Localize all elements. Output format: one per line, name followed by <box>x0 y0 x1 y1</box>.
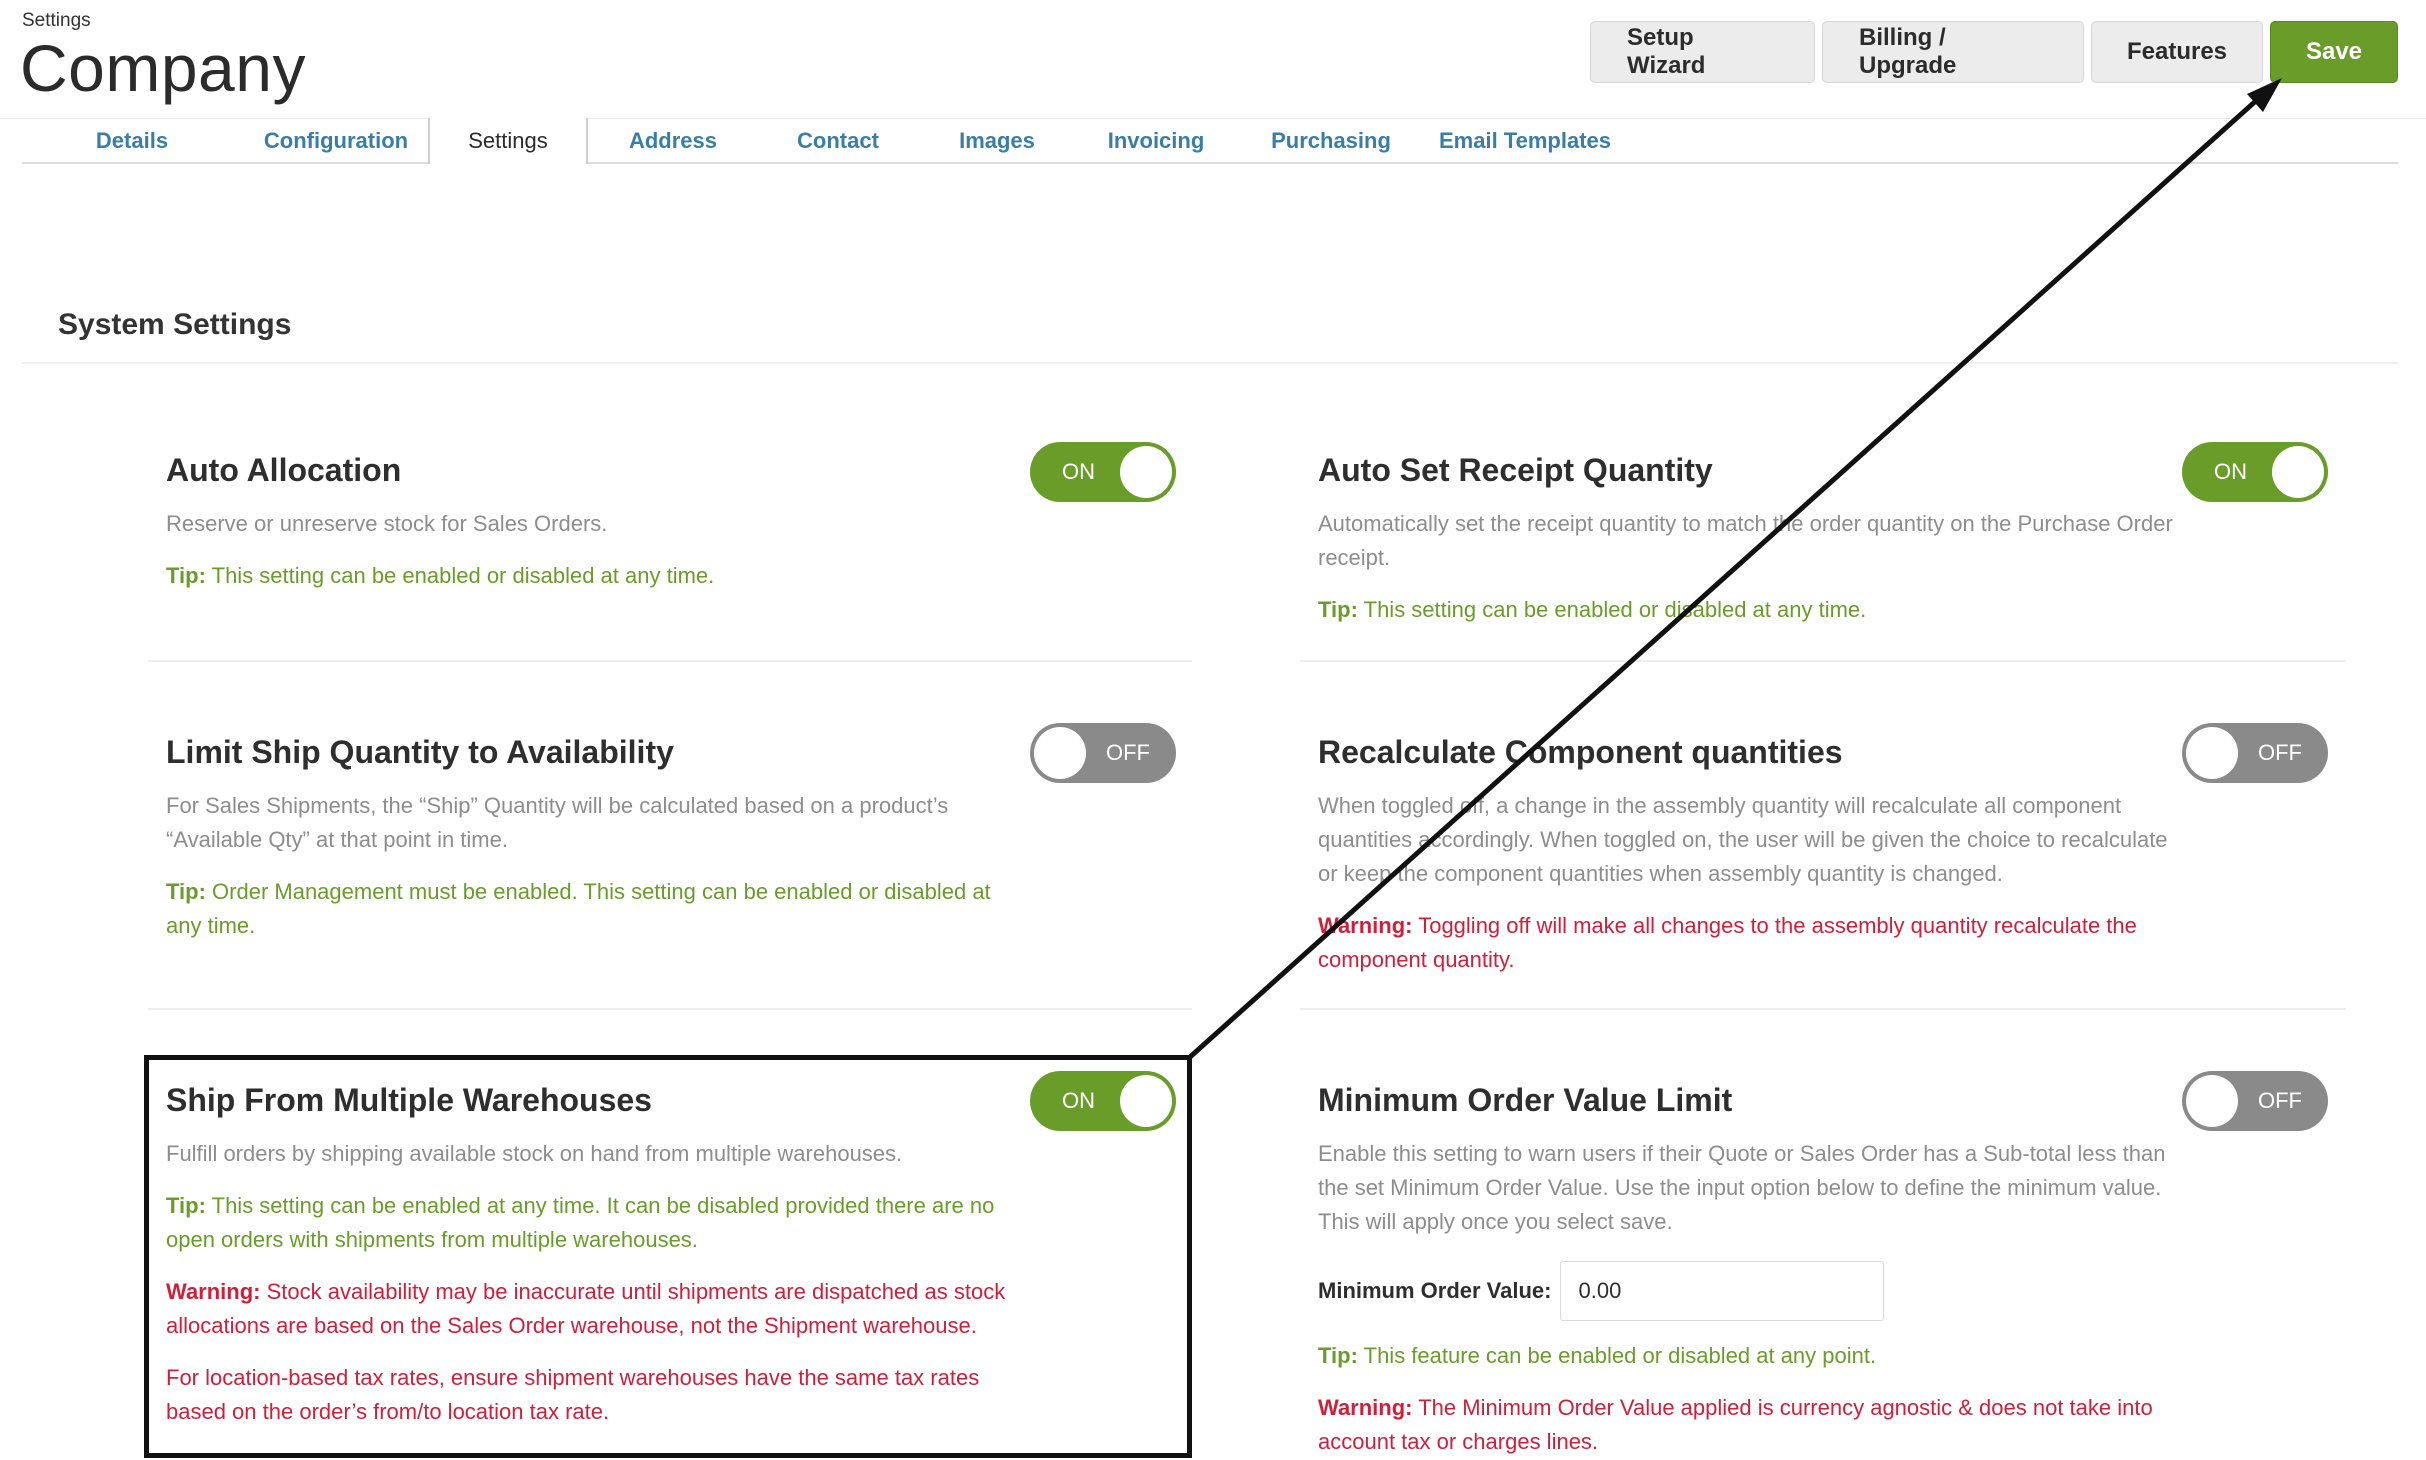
tip-label: Tip: <box>166 879 206 904</box>
section-divider <box>22 362 2398 364</box>
minimum-order-value-input[interactable] <box>1559 1261 1884 1321</box>
tip-text: Order Management must be enabled. This s… <box>166 879 991 938</box>
limit-ship-quantity-toggle[interactable]: OFF <box>1030 723 1176 783</box>
minimum-order-value-row: Minimum Order Value: <box>1318 1261 2180 1321</box>
toggle-knob <box>1120 1075 1172 1127</box>
setting-auto-allocation: Auto Allocation Reserve or unreserve sto… <box>166 452 1016 593</box>
section-title: System Settings <box>58 308 292 341</box>
setting-recalculate-component: Recalculate Component quantities When to… <box>1318 734 2180 977</box>
setting-tip: Tip: This setting can be enabled or disa… <box>166 559 1016 593</box>
tip-label: Tip: <box>166 1193 206 1218</box>
toggle-state-label: OFF <box>1106 740 1150 765</box>
setting-warning-tax: For location-based tax rates, ensure shi… <box>166 1365 980 1424</box>
row-divider <box>148 660 1192 662</box>
breadcrumb: Settings <box>22 10 91 31</box>
warning-label: Warning: <box>1318 913 1413 938</box>
tab-configuration[interactable]: Configuration <box>242 118 430 164</box>
minimum-order-value-toggle[interactable]: OFF <box>2182 1071 2328 1131</box>
toggle-state-label: ON <box>1062 459 1095 484</box>
toggle-knob <box>2272 446 2324 498</box>
setting-description: Reserve or unreserve stock for Sales Ord… <box>166 511 608 536</box>
toggle-state-label: OFF <box>2258 1088 2302 1113</box>
setting-warning: Warning: The Minimum Order Value applied… <box>1318 1391 2180 1459</box>
toggle-knob <box>1120 446 1172 498</box>
save-button[interactable]: Save <box>2270 21 2398 83</box>
tip-text: This setting can be enabled or disabled … <box>205 563 715 588</box>
tab-invoicing[interactable]: Invoicing <box>1076 118 1236 164</box>
setting-description: Fulfill orders by shipping available sto… <box>166 1141 903 1166</box>
setup-wizard-button[interactable]: Setup Wizard <box>1590 21 1815 83</box>
header-actions: Setup Wizard Billing / Upgrade Features … <box>1590 21 2398 83</box>
setting-description: For Sales Shipments, the “Ship” Quantity… <box>166 793 949 852</box>
setting-title: Limit Ship Quantity to Availability <box>166 734 674 770</box>
billing-upgrade-button[interactable]: Billing / Upgrade <box>1822 21 2084 83</box>
setting-tip: Tip: This setting can be enabled at any … <box>166 1189 1016 1257</box>
setting-title: Auto Set Receipt Quantity <box>1318 452 1713 488</box>
setting-warning: Warning: Stock availability may be inacc… <box>166 1275 1016 1343</box>
tip-text: This setting can be enabled or disabled … <box>1357 597 1867 622</box>
setting-description: Automatically set the receipt quantity t… <box>1318 511 2173 570</box>
recalculate-component-toggle[interactable]: OFF <box>2182 723 2328 783</box>
toggle-knob <box>1034 727 1086 779</box>
auto-allocation-toggle[interactable]: ON <box>1030 442 1176 502</box>
setting-tip: Tip: Order Management must be enabled. T… <box>166 875 1016 943</box>
toggle-state-label: ON <box>2214 459 2247 484</box>
toggle-knob <box>2186 1075 2238 1127</box>
row-divider <box>148 1008 1192 1010</box>
toggle-knob <box>2186 727 2238 779</box>
tab-contact[interactable]: Contact <box>758 118 918 164</box>
tab-bar: Details Configuration Settings Address C… <box>22 118 2398 164</box>
setting-auto-set-receipt-quantity: Auto Set Receipt Quantity Automatically … <box>1318 452 2180 627</box>
row-divider <box>1300 660 2346 662</box>
annotation-arrowhead <box>2247 78 2282 112</box>
setting-description: Enable this setting to warn users if the… <box>1318 1141 2166 1234</box>
tab-details[interactable]: Details <box>22 118 242 164</box>
warning-label: Warning: <box>1318 1395 1413 1420</box>
tab-purchasing[interactable]: Purchasing <box>1236 118 1426 164</box>
setting-title: Ship From Multiple Warehouses <box>166 1082 652 1118</box>
setting-title: Auto Allocation <box>166 452 402 488</box>
tip-text: This setting can be enabled at any time.… <box>166 1193 995 1252</box>
setting-title: Minimum Order Value Limit <box>1318 1082 1733 1118</box>
setting-tip: Tip: This feature can be enabled or disa… <box>1318 1339 2180 1373</box>
tip-text: This feature can be enabled or disabled … <box>1357 1343 1877 1368</box>
tip-label: Tip: <box>1318 1343 1358 1368</box>
setting-title: Recalculate Component quantities <box>1318 734 1843 770</box>
tip-label: Tip: <box>166 563 206 588</box>
tab-email-templates[interactable]: Email Templates <box>1426 118 1624 164</box>
tip-label: Tip: <box>1318 597 1358 622</box>
tab-images[interactable]: Images <box>918 118 1076 164</box>
setting-ship-multiple-warehouses: Ship From Multiple Warehouses Fulfill or… <box>166 1082 1016 1429</box>
tab-settings[interactable]: Settings <box>428 118 588 164</box>
setting-minimum-order-value: Minimum Order Value Limit Enable this se… <box>1318 1082 2180 1459</box>
setting-description: When toggled off, a change in the assemb… <box>1318 793 2168 886</box>
tab-address[interactable]: Address <box>588 118 758 164</box>
page-title: Company <box>20 31 306 105</box>
toggle-state-label: ON <box>1062 1088 1095 1113</box>
row-divider <box>1300 1008 2346 1010</box>
warning-text: The Minimum Order Value applied is curre… <box>1318 1395 2153 1454</box>
auto-set-receipt-toggle[interactable]: ON <box>2182 442 2328 502</box>
toggle-state-label: OFF <box>2258 740 2302 765</box>
setting-limit-ship-quantity: Limit Ship Quantity to Availability For … <box>166 734 1016 943</box>
warning-text: Stock availability may be inaccurate unt… <box>166 1279 1006 1338</box>
warning-label: Warning: <box>166 1279 261 1304</box>
ship-multiple-warehouses-toggle[interactable]: ON <box>1030 1071 1176 1131</box>
setting-tip: Tip: This setting can be enabled or disa… <box>1318 593 2180 627</box>
features-button[interactable]: Features <box>2091 21 2263 83</box>
warning-text: Toggling off will make all changes to th… <box>1318 913 2137 972</box>
minimum-order-value-label: Minimum Order Value: <box>1318 1278 1552 1303</box>
setting-warning: Warning: Toggling off will make all chan… <box>1318 909 2180 977</box>
